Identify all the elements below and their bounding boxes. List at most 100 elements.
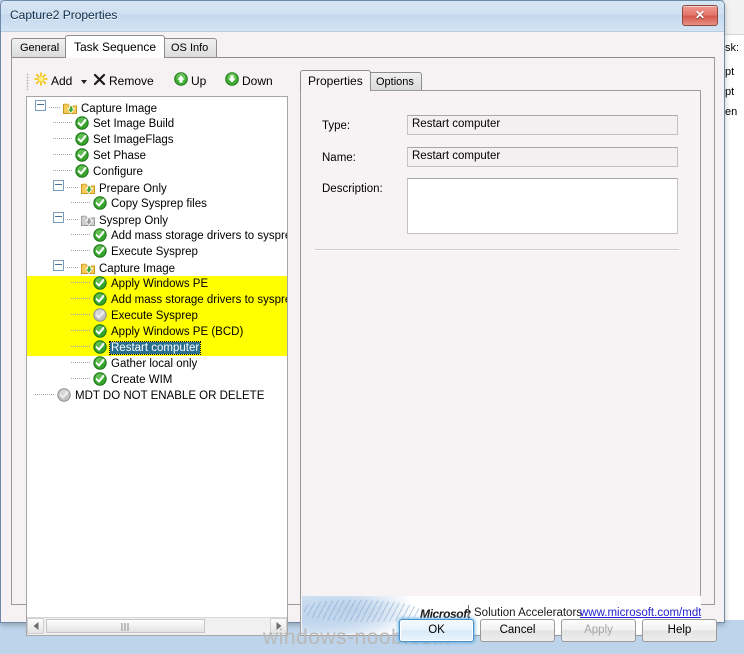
tree-expander-icon[interactable] (53, 180, 64, 191)
tree-connector (67, 219, 79, 220)
tree-item-label: Execute Sysprep (111, 310, 198, 322)
mdt-link[interactable]: www.microsoft.com/mdt (580, 607, 701, 619)
tree-item[interactable]: Execute Sysprep (27, 244, 287, 260)
check-enabled-icon (93, 276, 107, 290)
tab-general[interactable]: General (11, 38, 69, 57)
details-tabstrip: Properties Options (300, 70, 701, 91)
check-disabled-icon (57, 388, 71, 402)
check-enabled-icon (93, 196, 107, 210)
tree-item[interactable]: Copy Sysprep files (27, 196, 287, 212)
check-enabled-icon (93, 292, 107, 306)
tree-connector (71, 346, 91, 347)
dialog-title: Capture2 Properties (10, 8, 118, 22)
name-field[interactable]: Restart computer (407, 147, 678, 167)
tree-connector (71, 202, 91, 203)
sequence-toolbar: Add Remove Up Down (26, 70, 288, 94)
close-icon: ✕ (694, 8, 706, 22)
tree-item[interactable]: Add mass storage drivers to sysprep.i (27, 292, 287, 308)
check-enabled-icon (93, 244, 107, 258)
banner-tagline: Solution Accelerators (474, 607, 583, 619)
check-enabled-icon (93, 324, 107, 338)
check-enabled-icon (93, 372, 107, 386)
tree-item-label: Configure (93, 166, 143, 178)
tab-task-sequence[interactable]: Task Sequence (65, 35, 166, 58)
tree-item[interactable]: Apply Windows PE (27, 276, 287, 292)
properties-pane: Type: Restart computer Name: Restart com… (300, 90, 701, 636)
tree-item-label: Set Phase (93, 150, 147, 162)
check-enabled-icon (75, 164, 89, 178)
properties-dialog: Capture2 Properties ✕ General Task Seque… (0, 0, 725, 636)
scroll-right-arrow-icon[interactable] (270, 618, 287, 634)
tree-item[interactable]: Execute Sysprep (27, 308, 287, 324)
main-tabstrip: General Task Sequence OS Info (11, 35, 715, 58)
tree-item-label: Gather local only (111, 358, 198, 370)
help-button[interactable]: Help (642, 619, 717, 642)
check-disabled-icon (93, 308, 107, 322)
tree-item[interactable]: Restart computer (27, 340, 287, 356)
tree-item-label: Prepare Only (99, 183, 167, 195)
tree-horizontal-scrollbar[interactable] (27, 617, 287, 635)
tree-item[interactable]: Set ImageFlags (27, 132, 287, 148)
background-window[interactable]: sk: pt pt en (722, 0, 744, 620)
tree-expander-icon[interactable] (53, 260, 64, 271)
tree-connector (71, 378, 91, 379)
tree-connector (71, 234, 91, 235)
tree-item[interactable]: Capture Image (27, 260, 287, 276)
tree-item[interactable]: Gather local only (27, 356, 287, 372)
background-window-line-1: pt (725, 66, 735, 78)
ok-button[interactable]: OK (399, 619, 474, 642)
tree-expander-icon[interactable] (53, 212, 64, 223)
toolbar-grip[interactable] (26, 73, 29, 90)
scrollbar-thumb[interactable] (46, 619, 205, 633)
background-window-line-3: en (725, 106, 738, 118)
check-enabled-icon (93, 356, 107, 370)
cancel-button[interactable]: Cancel (480, 619, 555, 642)
section-divider (315, 249, 679, 250)
background-window-line-2: pt (725, 86, 735, 98)
check-enabled-icon (75, 116, 89, 130)
add-button-label: Add (51, 74, 73, 88)
tree-item[interactable]: Prepare Only (27, 180, 287, 196)
tree-item[interactable]: Apply Windows PE (BCD) (27, 324, 287, 340)
tree-item[interactable]: Add mass storage drivers to sysprep.i (27, 228, 287, 244)
tree-connector (67, 187, 79, 188)
move-up-button[interactable]: Up (174, 70, 206, 92)
tree-connector (71, 330, 91, 331)
tree-item[interactable]: Set Phase (27, 148, 287, 164)
tree-item-label: Apply Windows PE (BCD) (111, 326, 244, 338)
add-button[interactable]: Add (34, 70, 87, 92)
tree-connector (71, 298, 91, 299)
tree-item-label: Apply Windows PE (111, 278, 209, 290)
tab-os-info[interactable]: OS Info (162, 38, 218, 57)
chevron-down-icon[interactable] (80, 79, 87, 84)
tree-item-label: Copy Sysprep files (111, 198, 207, 210)
tree-connector (53, 138, 73, 139)
tab-properties[interactable]: Properties (300, 70, 371, 91)
tree-item[interactable]: Create WIM (27, 372, 287, 388)
tree-item[interactable]: MDT DO NOT ENABLE OR DELETE (27, 388, 287, 404)
tree-connector (49, 107, 61, 108)
check-enabled-icon (75, 132, 89, 146)
tree-expander-icon[interactable] (35, 100, 46, 111)
tree-item[interactable]: Set Image Build (27, 116, 287, 132)
tree-connector (71, 362, 91, 363)
remove-button[interactable]: Remove (93, 70, 154, 92)
move-down-button-label: Down (242, 74, 273, 88)
background-window-header (723, 0, 744, 35)
close-button[interactable]: ✕ (682, 5, 718, 26)
background-window-line-0: sk: (725, 42, 740, 54)
move-up-button-label: Up (191, 74, 207, 88)
tree-connector (35, 394, 55, 395)
tree-item[interactable]: Capture Image (27, 100, 287, 116)
tree-item[interactable]: Configure (27, 164, 287, 180)
apply-button: Apply (561, 619, 636, 642)
check-enabled-icon (93, 340, 107, 354)
scroll-left-arrow-icon[interactable] (27, 618, 44, 634)
dialog-titlebar[interactable]: Capture2 Properties ✕ (1, 1, 724, 32)
move-down-button[interactable]: Down (225, 70, 273, 92)
tab-options[interactable]: Options (368, 72, 422, 90)
tree-connector (53, 170, 73, 171)
task-sequence-tree[interactable]: Capture Image Set Image Build Set ImageFla… (26, 96, 288, 636)
description-field[interactable] (407, 178, 678, 234)
tree-item[interactable]: Sysprep Only (27, 212, 287, 228)
